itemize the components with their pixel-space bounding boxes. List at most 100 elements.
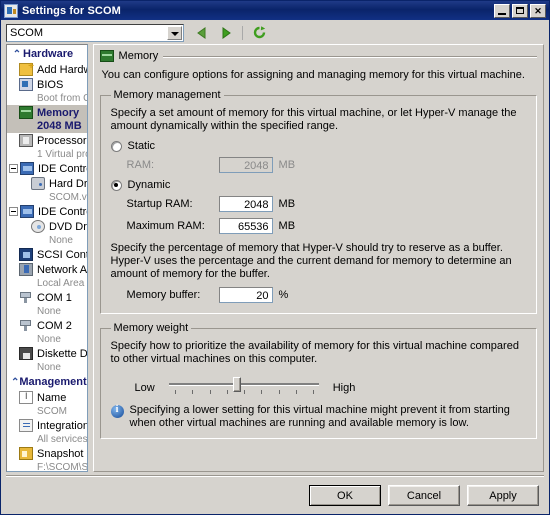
sidebar-item-label: IDE Controller 1 — [38, 205, 87, 218]
sidebar-item-sublabel: Local Area Connection 2 - Virtual N... — [37, 278, 87, 289]
sidebar-item-name[interactable]: Name — [7, 390, 87, 405]
sidebar-item-label: Snapshot File Location — [37, 447, 87, 460]
tree-group-header-management[interactable]: ⌃ Management — [7, 374, 87, 390]
maximum-ram-field-row: Maximum RAM: MB — [109, 218, 528, 234]
hard-drive-icon — [31, 177, 45, 190]
sidebar-item-sublabel: SCOM — [37, 406, 67, 417]
sidebar-item-dvd-drive[interactable]: DVD Drive — [7, 219, 87, 234]
sidebar-item-hard-drive[interactable]: Hard Drive — [7, 176, 87, 191]
sidebar-item-sublabel: SCOM.vhd — [49, 192, 87, 203]
ide-controller-icon — [20, 205, 34, 218]
ram-input[interactable] — [218, 157, 273, 173]
maximize-button[interactable] — [512, 3, 528, 18]
sidebar-item-com-2[interactable]: COM 2 — [7, 318, 87, 333]
cancel-button[interactable]: Cancel — [388, 484, 460, 506]
memory-weight-slider-row: Low High — [109, 376, 528, 400]
pane-description: You can configure options for assigning … — [101, 69, 525, 81]
diskette-drive-icon — [19, 347, 33, 360]
dynamic-label: Dynamic — [127, 179, 171, 191]
dialog-footer: OK Cancel Apply — [1, 476, 549, 514]
memory-buffer-label: Memory buffer: — [126, 289, 201, 301]
chevron-up-icon[interactable]: ⌃ — [11, 377, 19, 388]
startup-ram-input[interactable] — [218, 196, 273, 212]
sidebar-item-processor[interactable]: Processor — [7, 133, 87, 148]
static-radio-row[interactable]: Static — [110, 140, 528, 152]
memory-buffer-input[interactable] — [218, 287, 273, 303]
maximum-ram-input[interactable] — [218, 218, 273, 234]
sidebar-item-sublabel: None — [37, 306, 61, 317]
apply-button[interactable]: Apply — [467, 484, 539, 506]
dynamic-radio[interactable] — [110, 179, 122, 191]
sidebar-item-label: Integration Services — [37, 419, 88, 432]
minimize-button[interactable] — [494, 3, 510, 18]
sidebar-item-ide-controller-1[interactable]: IDE Controller 1 — [7, 204, 87, 219]
back-arrow-icon[interactable] — [192, 24, 212, 42]
sidebar-item-network-adapter[interactable]: Network Adapter — [7, 262, 87, 277]
static-radio[interactable] — [110, 140, 122, 152]
sidebar-item-sublabel: None — [37, 362, 61, 373]
settings-dialog: Settings for SCOM ✕ SCOM ⌃ Hardware + Ad… — [0, 0, 550, 515]
memory-buffer-unit: % — [278, 289, 289, 301]
slider-ticks — [169, 390, 319, 395]
sidebar-item-integration-services[interactable]: Integration Services — [7, 418, 87, 433]
dynamic-radio-row[interactable]: Dynamic — [110, 179, 528, 191]
toolbar-separator — [242, 25, 243, 40]
tree-expander-icon[interactable] — [9, 207, 18, 216]
sidebar-item-com-1[interactable]: COM 1 — [7, 290, 87, 305]
navigation-buttons — [192, 24, 269, 42]
settings-tree[interactable]: ⌃HardwareAdd Hardware BIOS Boot from CDMem… — [6, 44, 88, 472]
sidebar-item-label: Name — [37, 391, 67, 404]
sidebar-item-label: Processor — [37, 134, 87, 147]
memory-buffer-field-row: Memory buffer: % — [109, 287, 528, 303]
chevron-up-icon[interactable]: ⌃ — [11, 49, 23, 60]
vm-selector[interactable]: SCOM — [6, 23, 184, 42]
tree-group-header-hardware[interactable]: ⌃ Hardware — [7, 46, 87, 62]
sidebar-item-label: COM 1 — [37, 291, 72, 304]
network-adapter-icon — [19, 263, 33, 276]
com-port-icon — [19, 319, 33, 332]
sidebar-item-diskette-drive[interactable]: Diskette Drive — [7, 346, 87, 361]
memory-weight-slider[interactable] — [168, 376, 319, 400]
header-divider — [163, 55, 537, 57]
memory-weight-group: Memory weight Specify how to prioritize … — [99, 322, 537, 439]
sidebar-item-bios[interactable]: BIOS — [7, 77, 87, 92]
bios-icon — [19, 78, 33, 91]
name-icon — [19, 391, 33, 404]
sidebar-item-label: Add Hardware — [37, 63, 87, 76]
close-button[interactable]: ✕ — [530, 3, 546, 18]
pane-header: Memory — [99, 50, 537, 62]
sidebar-item-memory[interactable]: Memory — [7, 105, 87, 120]
sidebar-item-label: BIOS — [37, 78, 64, 91]
ram-label: RAM: — [126, 159, 155, 171]
maximum-ram-unit: MB — [278, 220, 296, 232]
vm-selector-value: SCOM — [10, 26, 43, 39]
sidebar-item-add-hardware[interactable]: Add Hardware — [7, 61, 87, 77]
toolbar: SCOM — [1, 20, 549, 44]
memory-icon — [99, 50, 114, 62]
memory-weight-description: Specify how to prioritize the availabili… — [110, 340, 519, 365]
sidebar-item-scsi-controller[interactable]: SCSI Controller — [7, 247, 87, 262]
sidebar-item-sublabel: Boot from CD — [37, 93, 87, 104]
sidebar-item-ide-controller-0[interactable]: IDE Controller 0 — [7, 161, 87, 176]
sidebar-item-sublabel: 2048 MB — [7, 120, 87, 133]
add-hardware-icon — [19, 61, 34, 76]
sidebar-item-label: COM 2 — [37, 319, 72, 332]
dvd-drive-icon — [31, 220, 45, 233]
scsi-controller-icon — [19, 248, 33, 261]
chevron-down-icon[interactable] — [167, 25, 182, 40]
forward-arrow-icon[interactable] — [216, 24, 236, 42]
refresh-icon[interactable] — [249, 24, 269, 42]
snapshot-icon — [19, 447, 33, 460]
com-port-icon — [19, 291, 33, 304]
memory-weight-legend: Memory weight — [113, 322, 189, 334]
tree-expander-icon[interactable] — [9, 164, 18, 173]
slider-thumb[interactable] — [232, 377, 241, 392]
sidebar-item-snapshot-file-location[interactable]: Snapshot File Location — [7, 446, 87, 461]
page-title: Memory — [118, 50, 159, 62]
slider-track — [168, 383, 319, 386]
sidebar-item-sublabel: F:\SCOM\SCOM — [37, 462, 87, 472]
title-bar: Settings for SCOM ✕ — [1, 1, 549, 20]
ok-button[interactable]: OK — [309, 484, 381, 506]
tree-group-label: Management — [19, 376, 87, 388]
memory-weight-info: Specifying a lower setting for this virt… — [110, 404, 528, 430]
